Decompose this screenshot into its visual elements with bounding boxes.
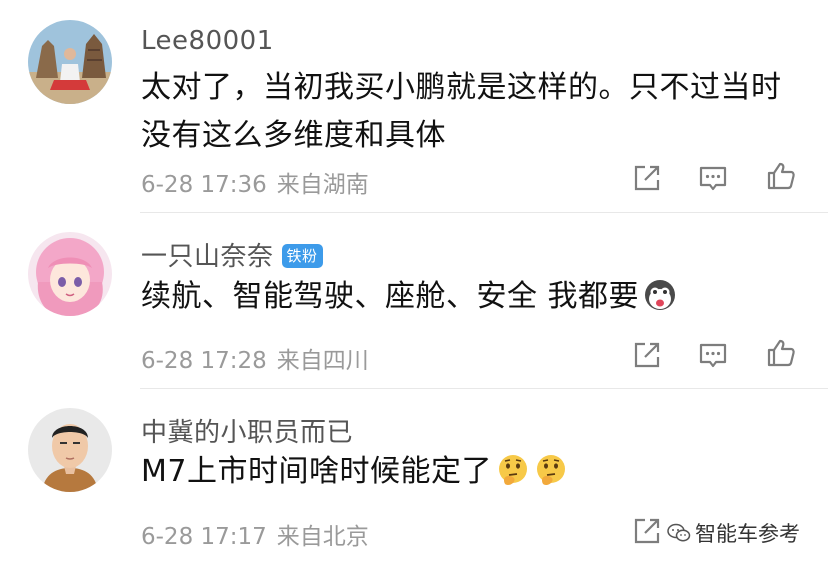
thinking-face-emoji (534, 452, 568, 488)
like-icon[interactable] (765, 337, 797, 369)
comment-icon[interactable] (697, 162, 729, 194)
comment-text: 续航、智能驾驶、座舱、安全 我都要 (141, 273, 791, 321)
comment-text: 太对了，当初我买小鹏就是这样的。只不过当时没有这么多维度和具体 (141, 70, 782, 153)
anime-girl-avatar (28, 232, 112, 316)
avatar[interactable] (28, 232, 112, 316)
share-icon[interactable] (631, 339, 663, 371)
avatar[interactable] (28, 408, 112, 492)
man-photo-avatar (28, 408, 112, 492)
divider (140, 212, 828, 213)
watermark-text: 智能车参考 (695, 522, 800, 546)
like-icon[interactable] (765, 160, 797, 192)
username[interactable]: Lee80001 (141, 26, 274, 56)
comment-text-content: 续航、智能驾驶、座舱、安全 我都要 (141, 279, 640, 314)
watermark: 智能车参考 (665, 518, 802, 548)
comment-meta: 6-28 17:36 来自湖南 (141, 165, 369, 199)
comment-icon[interactable] (697, 339, 729, 371)
username[interactable]: 一只山奈奈 铁粉 (141, 236, 323, 273)
username-label: 一只山奈奈 (141, 242, 274, 272)
location: 来自北京 (276, 524, 369, 550)
fan-badge: 铁粉 (281, 243, 323, 268)
timestamp: 6-28 17:17 (141, 524, 267, 550)
divider (140, 388, 828, 389)
timestamp: 6-28 17:28 (141, 348, 267, 374)
location: 来自湖南 (276, 172, 369, 198)
share-icon[interactable] (631, 162, 663, 194)
username[interactable]: 中冀的小职员而已 (141, 412, 353, 449)
temple-photo-avatar (28, 20, 112, 104)
wechat-icon (667, 522, 691, 544)
timestamp: 6-28 17:36 (141, 172, 267, 198)
location: 来自四川 (276, 348, 369, 374)
comment-text: M7上市时间啥时候能定了 (141, 448, 791, 496)
comment-meta: 6-28 17:17 来自北京 (141, 517, 369, 551)
excited-face-emoji (643, 277, 677, 313)
thinking-face-emoji (496, 452, 530, 488)
comment-meta: 6-28 17:28 来自四川 (141, 341, 369, 375)
share-icon[interactable] (631, 515, 663, 547)
comment-text-content: M7上市时间啥时候能定了 (141, 454, 492, 489)
avatar[interactable] (28, 20, 112, 104)
